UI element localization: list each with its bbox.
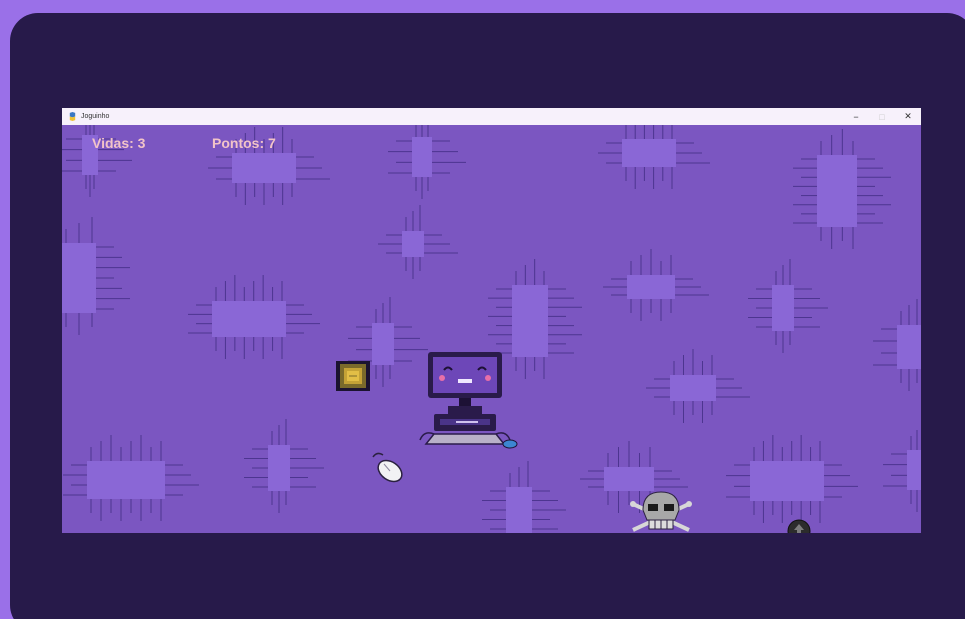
game-window: Joguinho − □ ✕ Vidas: 3 Pontos: 7 [62, 108, 921, 533]
window-title: Joguinho [81, 113, 110, 120]
cpu-chip-icon [336, 361, 370, 391]
computer-mouse-icon [372, 452, 403, 483]
window-controls: − □ ✕ [843, 108, 921, 125]
maximize-button[interactable]: □ [869, 108, 895, 125]
game-canvas[interactable]: Vidas: 3 Pontos: 7 [62, 125, 921, 533]
app-icon [67, 112, 77, 122]
close-button[interactable]: ✕ [895, 108, 921, 125]
lives-counter: Vidas: 3 [92, 135, 146, 151]
player-computer-sprite [419, 352, 518, 449]
circuit-background [62, 125, 921, 533]
skull-crossbones-icon [630, 491, 692, 532]
bomb-icon [787, 519, 811, 533]
minimize-button[interactable]: − [843, 108, 869, 125]
title-bar[interactable]: Joguinho − □ ✕ [62, 108, 921, 125]
points-counter: Pontos: 7 [212, 135, 276, 151]
